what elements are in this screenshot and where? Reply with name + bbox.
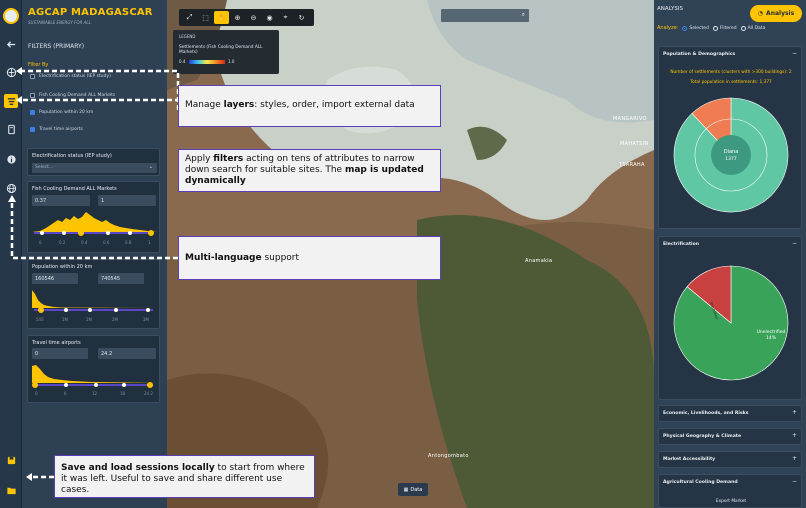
annotation-language: Multi-language support [178, 236, 441, 280]
annotation-layers: Manage layers: styles, order, import ext… [178, 85, 441, 127]
annotation-filters: Apply filters acting on tens of attribut… [178, 149, 441, 192]
annotation-sessions: Save and load sessions locally to start … [54, 455, 315, 498]
